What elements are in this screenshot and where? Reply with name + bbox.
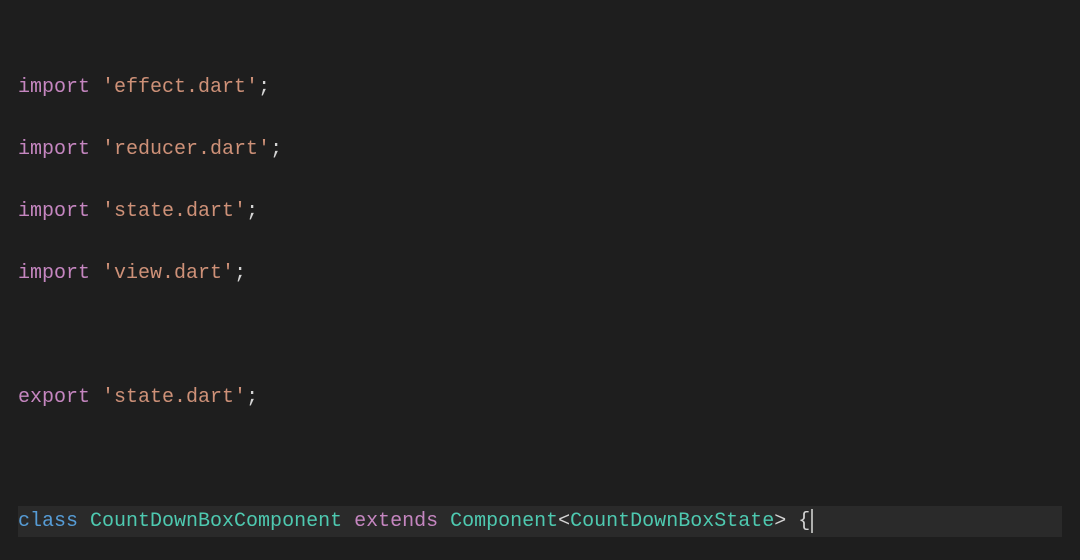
string-literal: 'reducer.dart' [102,138,270,161]
code-line: import 'view.dart'; [18,258,1062,289]
string-literal: 'state.dart' [102,386,246,409]
string-literal: 'view.dart' [102,262,234,285]
angle-open: < [558,510,570,533]
code-line: class CountDownBoxComponent extends Comp… [18,506,1062,537]
brace-open: { [798,510,810,533]
code-line: import 'effect.dart'; [18,72,1062,103]
keyword-import: import [18,200,90,223]
semicolon: ; [234,262,246,285]
keyword-export: export [18,386,90,409]
base-class: Component [450,510,558,533]
semicolon: ; [270,138,282,161]
string-literal: 'state.dart' [102,200,246,223]
code-line: import 'reducer.dart'; [18,134,1062,165]
blank-line [18,320,1062,351]
blank-line [18,444,1062,475]
keyword-import: import [18,76,90,99]
generic-type: CountDownBoxState [570,510,774,533]
semicolon: ; [246,200,258,223]
keyword-import: import [18,138,90,161]
keyword-extends: extends [354,510,438,533]
angle-close: > [774,510,786,533]
code-line: import 'state.dart'; [18,196,1062,227]
semicolon: ; [258,76,270,99]
keyword-class: class [18,510,78,533]
keyword-import: import [18,262,90,285]
code-editor[interactable]: import 'effect.dart'; import 'reducer.da… [0,0,1080,560]
string-literal: 'effect.dart' [102,76,258,99]
semicolon: ; [246,386,258,409]
text-cursor [811,509,813,533]
code-line: export 'state.dart'; [18,382,1062,413]
class-name: CountDownBoxComponent [90,510,342,533]
